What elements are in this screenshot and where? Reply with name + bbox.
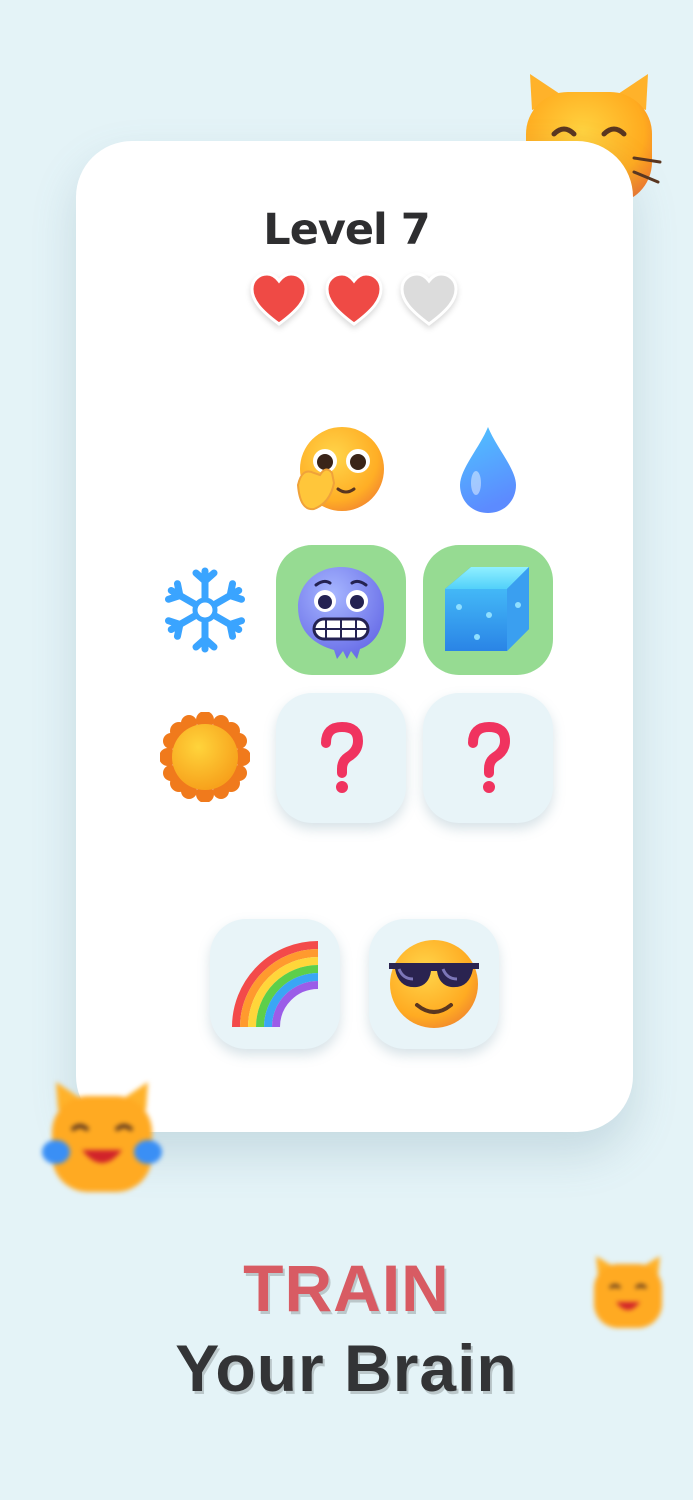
grid-cell-empty[interactable] xyxy=(423,693,553,823)
water-droplet-icon xyxy=(456,425,520,515)
heart-full-icon xyxy=(325,272,383,326)
snowflake-icon xyxy=(160,565,250,655)
tagline-headline: TRAIN xyxy=(243,1251,450,1325)
grid-cell-ice-cube[interactable] xyxy=(423,545,553,675)
choice-smiling-face-with-sunglasses[interactable] xyxy=(369,919,499,1049)
hand-over-mouth-face-icon xyxy=(292,425,388,517)
heart-empty-icon xyxy=(400,272,458,326)
grid-cell-cold-face[interactable] xyxy=(276,545,406,675)
grid-cell-empty[interactable] xyxy=(276,693,406,823)
level-title: Level 7 xyxy=(263,205,430,255)
tagline-subheadline: Your Brain xyxy=(175,1331,518,1405)
lives-indicator xyxy=(250,272,460,328)
choice-rainbow[interactable] xyxy=(210,919,340,1049)
crying-laughing-cat-icon xyxy=(38,1080,166,1196)
heart-full-icon xyxy=(250,272,308,326)
sun-icon xyxy=(159,711,251,803)
